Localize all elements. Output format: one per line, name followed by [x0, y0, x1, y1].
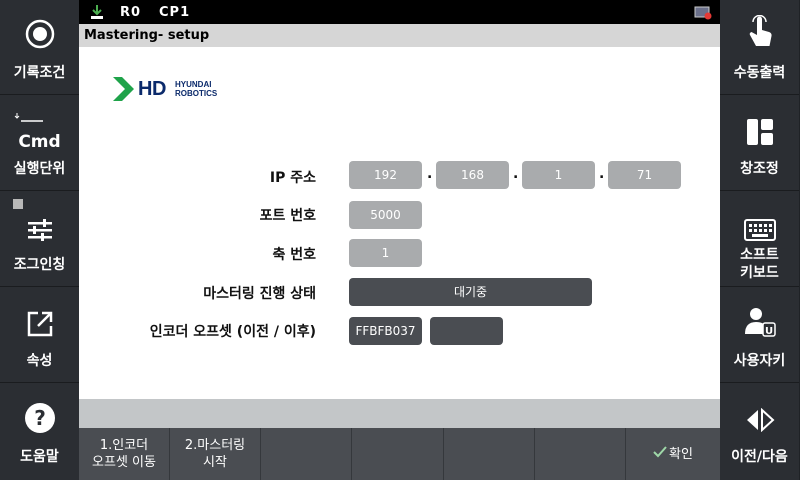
soft-keyboard-button[interactable]: 소프트 키보드	[720, 192, 799, 287]
axis-number-label: 축 번호	[272, 247, 316, 263]
fkey-mastering-start[interactable]: 2.마스터링 시작	[170, 428, 261, 480]
ip-octet-1-field[interactable]: 192	[349, 161, 422, 189]
ip-dot-3: .	[599, 166, 605, 182]
status-indicator	[13, 199, 23, 209]
ip-dot-1: .	[427, 166, 433, 182]
robot-number: R0	[120, 5, 142, 20]
help-icon: ?	[0, 402, 79, 434]
properties-label: 속성	[26, 353, 53, 369]
checkmark-icon	[653, 445, 667, 463]
record-condition-label: 기록조건	[13, 65, 66, 81]
cmd-icon: Cmd	[18, 132, 61, 152]
execution-unit-button[interactable]: Cmd 실행단위	[0, 96, 79, 191]
external-link-icon	[0, 308, 79, 340]
user-key-button[interactable]: U 사용자키	[720, 288, 799, 383]
function-key-bar: 1.인코더 오프셋 이동 2.마스터링 시작 확인	[79, 428, 720, 480]
touch-hand-icon	[720, 15, 799, 48]
window-adjust-button[interactable]: 창조정	[720, 96, 799, 191]
mastering-setup-panel: HD HYUNDAI ROBOTICS IP 주소 192 . 168 . 1 .…	[79, 47, 720, 399]
port-number-label: 포트 번호	[259, 208, 316, 224]
help-label: 도움말	[20, 449, 59, 465]
prev-next-label: 이전/다음	[731, 449, 788, 465]
execution-unit-label: 실행단위	[13, 161, 66, 177]
download-icon	[89, 4, 105, 24]
sliders-icon	[0, 214, 79, 246]
svg-text:U: U	[764, 326, 772, 337]
mastering-progress-label: 마스터링 진행 상태	[203, 286, 316, 302]
connection-icon	[694, 6, 712, 24]
encoder-offset-after-field	[430, 317, 503, 345]
fkey-empty-3[interactable]	[261, 428, 352, 480]
message-bar	[79, 399, 720, 428]
mastering-progress-status: 대기중	[349, 278, 592, 306]
ip-address-label: IP 주소	[269, 170, 316, 186]
soft-keyboard-label: 소프트 키보드	[740, 247, 779, 281]
window-adjust-label: 창조정	[740, 161, 779, 177]
manual-output-label: 수동출력	[733, 65, 786, 81]
jog-inching-button[interactable]: 조그인칭	[0, 192, 79, 287]
help-button[interactable]: ? 도움말	[0, 384, 79, 480]
user-key-label: 사용자키	[733, 353, 786, 369]
right-sidebar: 수동출력 창조정 소프트 키보드 U 사용자키 이전/다음	[720, 0, 799, 480]
step-marker-icon	[14, 108, 44, 122]
prev-next-icon	[720, 404, 799, 436]
properties-button[interactable]: 속성	[0, 288, 79, 383]
user-key-icon: U	[720, 306, 799, 338]
port-number-field[interactable]: 5000	[349, 201, 422, 229]
jog-inching-label: 조그인칭	[13, 257, 66, 273]
ip-octet-2-field[interactable]: 168	[436, 161, 509, 189]
fkey-encoder-offset-move[interactable]: 1.인코더 오프셋 이동	[79, 428, 170, 480]
program-name: CP1	[159, 5, 191, 20]
keyboard-icon	[720, 214, 799, 246]
fkey-empty-6[interactable]	[535, 428, 626, 480]
manual-output-button[interactable]: 수동출력	[720, 0, 799, 95]
axis-number-field[interactable]: 1	[349, 239, 422, 267]
record-condition-button[interactable]: 기록조건	[0, 0, 79, 95]
encoder-offset-label: 인코더 오프셋 (이전 / 이후)	[149, 324, 316, 340]
ip-octet-3-field[interactable]: 1	[522, 161, 595, 189]
window-title: Mastering- setup	[79, 24, 720, 47]
ip-octet-4-field[interactable]: 71	[608, 161, 681, 189]
left-sidebar: 기록조건 Cmd 실행단위 조그인칭 속성 ? 도움말	[0, 0, 79, 480]
prev-next-button[interactable]: 이전/다음	[720, 384, 799, 480]
status-topbar: R0 CP1	[79, 0, 720, 24]
window-layout-icon	[720, 116, 799, 148]
fkey-confirm[interactable]: 확인	[626, 428, 720, 480]
fkey-empty-5[interactable]	[444, 428, 535, 480]
record-circle-icon	[0, 18, 79, 50]
svg-text:?: ?	[34, 406, 46, 430]
fkey-empty-4[interactable]	[352, 428, 444, 480]
ip-dot-2: .	[513, 166, 519, 182]
encoder-offset-before-field: FFBFB037	[349, 317, 422, 345]
